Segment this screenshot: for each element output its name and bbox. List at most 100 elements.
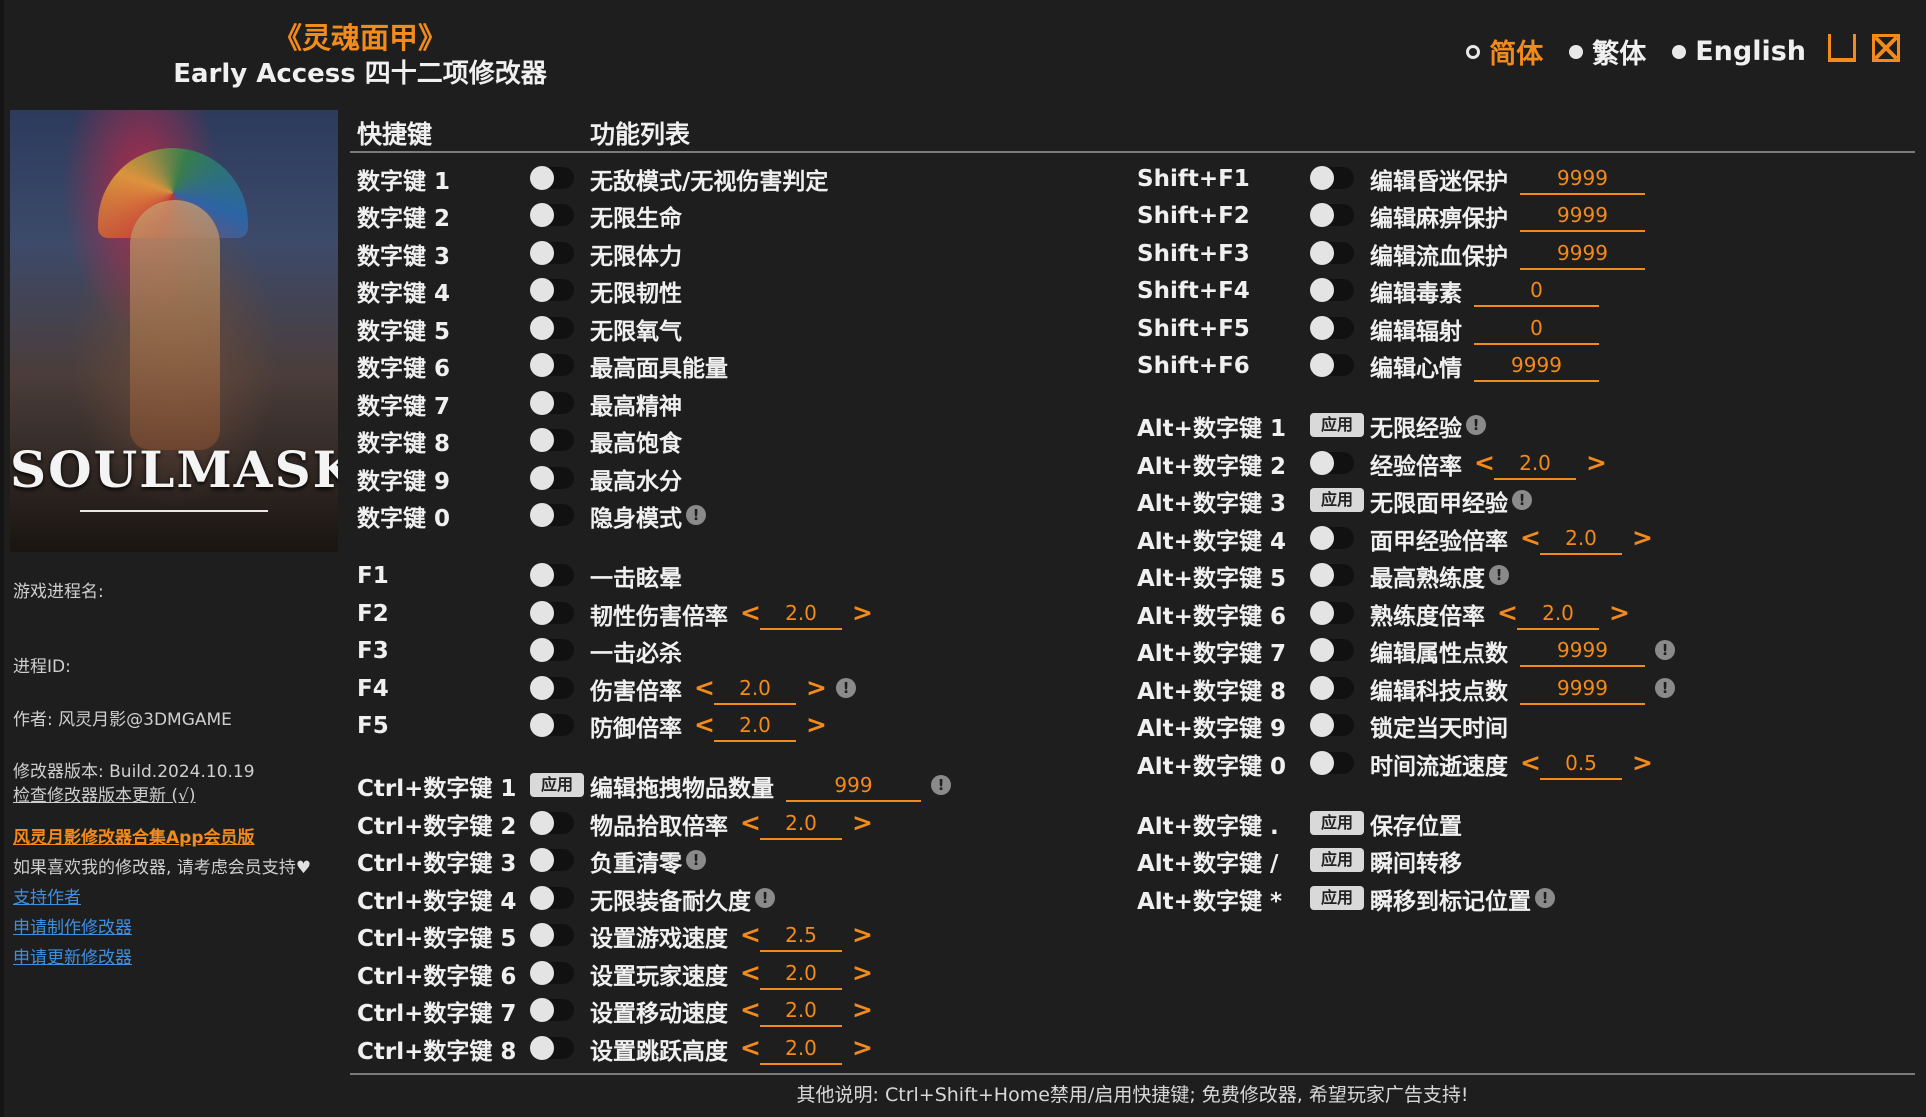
value-input[interactable]	[1520, 635, 1645, 667]
feature-toggle[interactable]	[530, 278, 574, 302]
close-icon[interactable]	[1872, 34, 1900, 62]
value-stepper-input[interactable]	[1540, 748, 1622, 780]
feature-toggle[interactable]	[530, 391, 574, 415]
value-stepper-input[interactable]	[714, 673, 796, 705]
increase-arrow[interactable]: >	[852, 808, 873, 838]
decrease-arrow[interactable]: <	[740, 920, 761, 950]
lang-english[interactable]: English	[1672, 36, 1806, 67]
value-stepper-input[interactable]	[1494, 448, 1576, 480]
increase-arrow[interactable]: >	[1609, 598, 1630, 628]
decrease-arrow[interactable]: <	[1497, 598, 1518, 628]
apply-button[interactable]: 应用	[1310, 811, 1364, 835]
feature-toggle[interactable]	[530, 886, 574, 910]
decrease-arrow[interactable]: <	[740, 958, 761, 988]
lang-simplified[interactable]: 简体	[1466, 32, 1543, 71]
value-input[interactable]	[1520, 238, 1645, 270]
apply-button[interactable]: 应用	[530, 773, 584, 797]
feature-toggle[interactable]	[530, 676, 574, 700]
feature-toggle[interactable]	[530, 638, 574, 662]
decrease-arrow[interactable]: <	[694, 710, 715, 740]
feature-toggle[interactable]	[1310, 526, 1354, 550]
feature-toggle[interactable]	[530, 316, 574, 340]
value-input[interactable]	[786, 770, 921, 802]
value-input[interactable]	[1474, 313, 1599, 345]
request-trainer-link[interactable]: 申请制作修改器	[13, 913, 132, 938]
apply-button[interactable]: 应用	[1310, 488, 1364, 512]
minimize-icon[interactable]	[1828, 34, 1856, 62]
feature-toggle[interactable]	[530, 713, 574, 737]
lang-traditional[interactable]: 繁体	[1569, 32, 1646, 71]
feature-toggle[interactable]	[1310, 166, 1354, 190]
apply-button[interactable]: 应用	[1310, 886, 1364, 910]
lang-traditional-label: 繁体	[1592, 39, 1647, 70]
request-update-link[interactable]: 申请更新修改器	[13, 943, 132, 968]
promo-link[interactable]: 风灵月影修改器合集App会员版	[13, 823, 255, 848]
feature-toggle[interactable]	[530, 428, 574, 452]
decrease-arrow[interactable]: <	[1474, 448, 1495, 478]
value-stepper-input[interactable]	[760, 995, 842, 1027]
check-update-link[interactable]: 检查修改器版本更新 (√)	[13, 781, 196, 806]
feature-toggle[interactable]	[1310, 638, 1354, 662]
feature-toggle[interactable]	[530, 503, 574, 527]
increase-arrow[interactable]: >	[852, 598, 873, 628]
feature-toggle[interactable]	[1310, 676, 1354, 700]
feature-toggle[interactable]	[1310, 241, 1354, 265]
decrease-arrow[interactable]: <	[740, 995, 761, 1025]
increase-arrow[interactable]: >	[1586, 448, 1607, 478]
feature-toggle[interactable]	[1310, 353, 1354, 377]
feature-toggle[interactable]	[530, 203, 574, 227]
value-stepper-input[interactable]	[1540, 523, 1622, 555]
increase-arrow[interactable]: >	[806, 673, 827, 703]
value-stepper-input[interactable]	[714, 710, 796, 742]
feature-toggle[interactable]	[1310, 713, 1354, 737]
feature-toggle[interactable]	[530, 601, 574, 625]
feature-toggle[interactable]	[530, 811, 574, 835]
value-input[interactable]	[1520, 163, 1645, 195]
feature-toggle[interactable]	[1310, 203, 1354, 227]
value-stepper-input[interactable]	[760, 808, 842, 840]
value-input[interactable]	[1520, 673, 1645, 705]
increase-arrow[interactable]: >	[1632, 523, 1653, 553]
feature-label: 隐身模式	[590, 499, 682, 533]
feature-toggle[interactable]	[1310, 451, 1354, 475]
increase-arrow[interactable]: >	[852, 958, 873, 988]
decrease-arrow[interactable]: <	[1520, 748, 1541, 778]
feature-toggle[interactable]	[530, 353, 574, 377]
support-author-link[interactable]: 支持作者	[13, 883, 81, 908]
decrease-arrow[interactable]: <	[740, 808, 761, 838]
value-input[interactable]	[1474, 350, 1599, 382]
increase-arrow[interactable]: >	[806, 710, 827, 740]
value-input[interactable]	[1474, 275, 1599, 307]
value-input[interactable]	[1520, 200, 1645, 232]
feature-toggle[interactable]	[530, 1036, 574, 1060]
increase-arrow[interactable]: >	[852, 1033, 873, 1063]
feature-toggle[interactable]	[1310, 278, 1354, 302]
feature-toggle[interactable]	[530, 998, 574, 1022]
feature-toggle[interactable]	[530, 923, 574, 947]
feature-toggle[interactable]	[1310, 751, 1354, 775]
decrease-arrow[interactable]: <	[694, 673, 715, 703]
feature-toggle[interactable]	[530, 563, 574, 587]
apply-button[interactable]: 应用	[1310, 413, 1364, 437]
feature-toggle[interactable]	[530, 241, 574, 265]
feature-toggle[interactable]	[530, 961, 574, 985]
feature-toggle[interactable]	[530, 166, 574, 190]
feature-toggle[interactable]	[1310, 316, 1354, 340]
decrease-arrow[interactable]: <	[740, 598, 761, 628]
decrease-arrow[interactable]: <	[1520, 523, 1541, 553]
feature-toggle[interactable]	[1310, 601, 1354, 625]
feature-toggle[interactable]	[530, 466, 574, 490]
apply-button[interactable]: 应用	[1310, 848, 1364, 872]
increase-arrow[interactable]: >	[1632, 748, 1653, 778]
value-stepper-input[interactable]	[760, 598, 842, 630]
feature-toggle[interactable]	[530, 848, 574, 872]
increase-arrow[interactable]: >	[852, 995, 873, 1025]
value-stepper-input[interactable]	[1517, 598, 1599, 630]
increase-arrow[interactable]: >	[852, 920, 873, 950]
feature-toggle[interactable]	[1310, 563, 1354, 587]
value-stepper-input[interactable]	[760, 958, 842, 990]
value-stepper-input[interactable]	[760, 1033, 842, 1065]
decrease-arrow[interactable]: <	[740, 1033, 761, 1063]
value-stepper-input[interactable]	[760, 920, 842, 952]
feature-label-text: 一击眩晕	[590, 566, 682, 592]
